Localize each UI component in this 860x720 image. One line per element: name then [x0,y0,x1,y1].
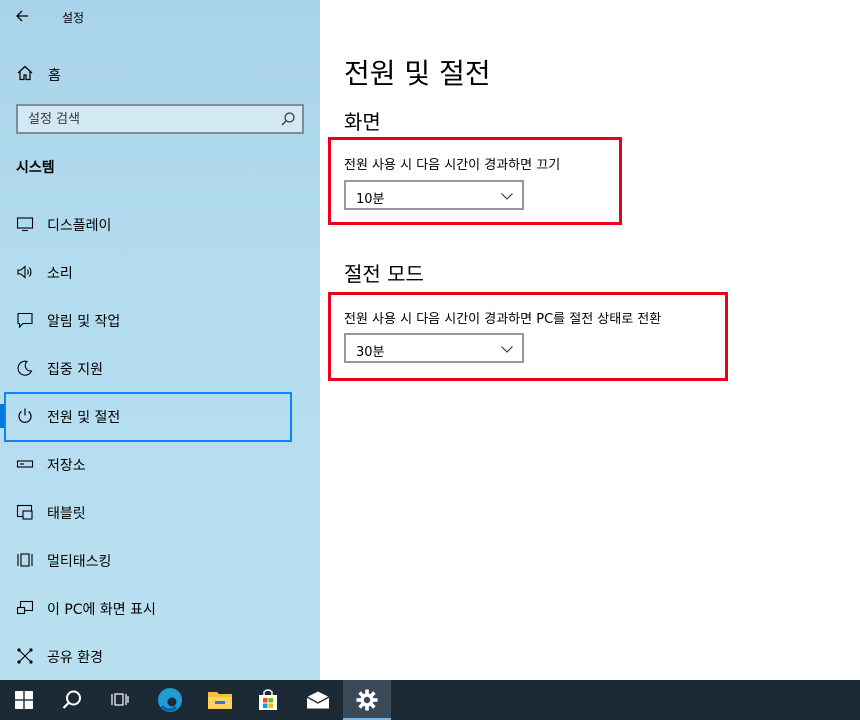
back-button[interactable] [10,4,36,28]
task-view-button[interactable] [96,680,144,720]
edge-icon [158,688,182,712]
notification-icon [17,312,33,329]
store-icon [259,689,277,710]
sidebar-item-display[interactable]: 디스플레이 [0,200,320,248]
sidebar-item-power-sleep[interactable]: 전원 및 절전 [0,392,320,442]
sidebar-item-sound[interactable]: 소리 [0,248,320,296]
sidebar-item-focus-assist[interactable]: 집중 지원 [0,344,320,392]
sidebar-item-storage[interactable]: 저장소 [0,440,320,488]
sleep-heading: 절전 모드 [344,262,424,286]
windows-start-icon [15,691,33,709]
store-button[interactable] [244,680,292,720]
file-explorer-icon [208,692,232,709]
sidebar-item-tablet[interactable]: 태블릿 [0,488,320,536]
sidebar: 설정 홈 시스템 디스플레이 소리 알림 및 작업 [0,0,320,680]
edge-button[interactable] [146,680,194,720]
title-bar: 설정 [0,0,320,32]
settings-gear-icon [356,689,378,711]
dropdown-value: 10분 [356,192,385,207]
sidebar-item-multitasking[interactable]: 멀티태스킹 [0,536,320,584]
tablet-icon [16,504,33,520]
file-explorer-button[interactable] [196,680,244,720]
sidebar-item-home[interactable]: 홈 [0,56,320,90]
sidebar-item-label: 이 PC에 화면 표시 [47,602,156,618]
display-icon [16,217,34,232]
sidebar-item-label: 알림 및 작업 [47,314,121,330]
taskbar-search-button[interactable] [48,680,96,720]
speaker-icon [17,265,32,279]
screen-heading: 화면 [344,110,381,134]
sidebar-item-label: 디스플레이 [47,218,112,234]
sidebar-item-notifications[interactable]: 알림 및 작업 [0,296,320,344]
main-content: 전원 및 절전 화면 전원 사용 시 다음 시간이 경과하면 끄기 10분 절전… [320,0,860,680]
moon-icon [17,360,33,376]
taskbar [0,680,860,720]
sidebar-item-shared-experiences[interactable]: 공유 환경 [0,632,320,680]
page-title: 전원 및 절전 [344,57,491,90]
sleep-timeout-label: 전원 사용 시 다음 시간이 경과하면 PC를 절전 상태로 전환 [344,312,662,327]
search-box[interactable] [16,104,304,134]
screen-timeout-label: 전원 사용 시 다음 시간이 경과하면 끄기 [344,158,561,173]
dropdown-value: 30분 [356,345,385,360]
multitasking-icon [17,553,33,567]
task-view-icon [111,693,129,706]
app-title: 설정 [62,11,85,25]
power-icon [18,408,32,423]
sleep-timeout-dropdown[interactable]: 30분 [344,333,524,363]
sidebar-item-project[interactable]: 이 PC에 화면 표시 [0,584,320,632]
home-icon [17,65,33,81]
chevron-down-icon [501,346,513,353]
chevron-down-icon [501,193,513,200]
screen-timeout-dropdown[interactable]: 10분 [344,180,524,210]
settings-taskbar-button[interactable] [343,680,391,720]
sidebar-item-label: 저장소 [47,458,86,474]
sidebar-item-label: 공유 환경 [47,650,103,666]
section-title: 시스템 [16,160,55,176]
sidebar-item-label: 소리 [47,266,73,282]
search-icon [62,690,81,709]
mail-button[interactable] [294,680,342,720]
storage-icon [16,460,34,468]
sidebar-item-label: 전원 및 절전 [47,410,121,426]
shared-experience-icon [17,648,33,664]
sidebar-item-label: 태블릿 [47,506,86,522]
search-icon[interactable] [280,111,296,127]
sidebar-item-label: 집중 지원 [47,362,103,378]
sidebar-item-label: 멀티태스킹 [47,554,112,570]
sidebar-item-label: 홈 [48,68,61,84]
mail-icon [306,691,330,709]
search-input[interactable] [18,106,268,132]
back-arrow-icon [16,10,28,22]
project-icon [16,600,34,615]
start-button[interactable] [0,680,48,720]
